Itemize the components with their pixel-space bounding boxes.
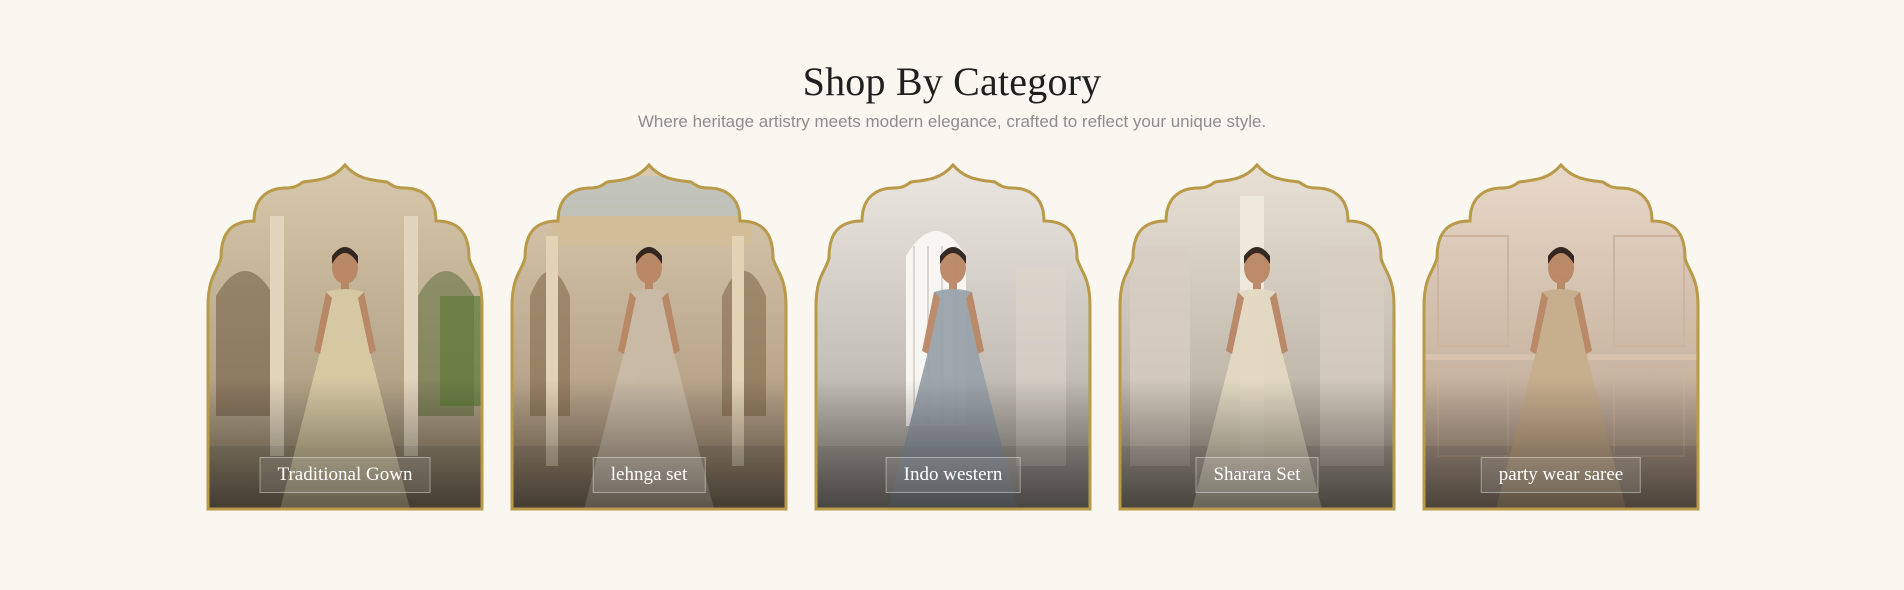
category-label[interactable]: Sharara Set — [1195, 457, 1319, 493]
category-label[interactable]: lehnga set — [592, 457, 706, 493]
category-card-traditional-gown[interactable]: Traditional Gown — [206, 162, 484, 511]
category-card-indo-western[interactable]: Indo western — [814, 162, 1092, 511]
shop-by-category-section: Shop By Category Where heritage artistry… — [0, 0, 1904, 590]
category-card-lehnga-set[interactable]: lehnga set — [510, 162, 788, 511]
section-subtitle: Where heritage artistry meets modern ele… — [637, 112, 1267, 131]
category-card-party-wear-saree[interactable]: party wear saree — [1422, 162, 1700, 511]
category-label[interactable]: Indo western — [885, 457, 1021, 493]
category-label[interactable]: party wear saree — [1480, 457, 1642, 493]
section-title: Shop By Category — [802, 59, 1102, 104]
category-card-list: Traditional Gown lehnga set Indo western… — [206, 162, 1700, 511]
category-card-sharara-set[interactable]: Sharara Set — [1118, 162, 1396, 511]
category-label[interactable]: Traditional Gown — [259, 457, 431, 493]
